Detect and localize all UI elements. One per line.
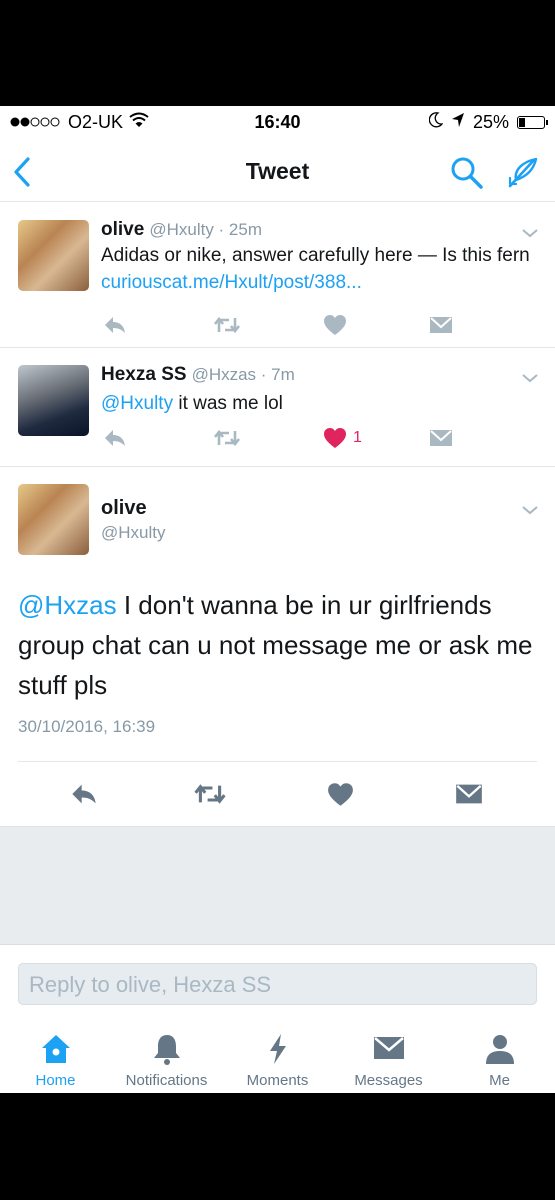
tab-home[interactable]: Home xyxy=(0,1022,111,1093)
envelope-icon xyxy=(430,430,452,446)
reply-icon xyxy=(105,430,125,446)
tab-label: Home xyxy=(35,1072,76,1089)
bell-icon xyxy=(153,1035,180,1065)
person-icon xyxy=(485,1035,514,1064)
tweet-link[interactable]: curiouscat.me/Hxult/post/388... xyxy=(101,272,362,293)
main-tweet: olive @Hxulty @Hxzas I don't wanna be in… xyxy=(0,467,555,826)
retweet-icon xyxy=(213,429,241,447)
main-tweet-text: @Hxzas I don't wanna be in ur girlfriend… xyxy=(18,585,538,705)
compose-button[interactable] xyxy=(504,154,542,192)
heart-icon-liked xyxy=(324,428,346,448)
tab-label: Notifications xyxy=(125,1072,208,1089)
tab-moments[interactable]: Moments xyxy=(222,1022,333,1093)
like-button[interactable]: 1 xyxy=(323,426,362,450)
retweet-button[interactable] xyxy=(213,313,241,337)
lightning-icon xyxy=(269,1034,286,1064)
moon-icon xyxy=(428,112,444,133)
location-icon xyxy=(451,112,465,133)
tweet-text-content: Adidas or nike, answer carefully here — … xyxy=(101,245,530,266)
battery-icon xyxy=(517,116,548,129)
tab-messages[interactable]: Messages xyxy=(333,1022,444,1093)
tweet-text-content: it was me lol xyxy=(173,393,283,414)
envelope-icon xyxy=(456,784,482,804)
tweet-detail-screen: O2-UK 16:40 25% Tweet olive @Hxulty · 25… xyxy=(0,106,555,1093)
heart-icon xyxy=(324,315,346,335)
dm-button[interactable] xyxy=(455,782,483,806)
home-icon xyxy=(41,1035,70,1063)
battery-percent: 25% xyxy=(472,112,509,132)
reply-button[interactable] xyxy=(70,782,98,806)
like-button[interactable] xyxy=(327,782,354,806)
tweet-actions: 1 xyxy=(101,426,461,450)
reply-button[interactable] xyxy=(103,426,127,450)
chevron-down-icon[interactable] xyxy=(521,227,539,239)
avatar[interactable] xyxy=(18,365,89,436)
tab-me[interactable]: Me xyxy=(444,1022,555,1093)
retweet-icon xyxy=(194,784,226,804)
chevron-down-icon[interactable] xyxy=(521,372,539,384)
tab-bar: Home Notifications Moments Messages Me xyxy=(0,1022,555,1093)
reply-bar: Reply to olive, Hexza SS xyxy=(0,944,555,1016)
compose-feather-icon xyxy=(508,157,538,188)
empty-replies-area xyxy=(0,826,555,944)
dm-button[interactable] xyxy=(429,426,453,450)
mention-link[interactable]: @Hxulty xyxy=(101,393,173,414)
search-button[interactable] xyxy=(448,154,486,192)
tweet-text: Adidas or nike, answer carefully here — … xyxy=(101,242,531,296)
avatar[interactable] xyxy=(18,484,89,555)
envelope-icon xyxy=(373,1037,404,1059)
tweet-timestamp: 30/10/2016, 16:39 xyxy=(18,717,156,736)
battery-level xyxy=(519,118,525,127)
divider xyxy=(18,761,537,762)
like-count: 1 xyxy=(353,429,362,446)
search-icon xyxy=(451,157,483,189)
tweet-header: Hexza SS @Hxzas · 7m xyxy=(101,364,295,386)
reply-icon xyxy=(105,317,125,333)
heart-icon xyxy=(328,782,353,806)
tab-notifications[interactable]: Notifications xyxy=(111,1022,222,1093)
retweet-button[interactable] xyxy=(193,782,227,806)
reply-input[interactable]: Reply to olive, Hexza SS xyxy=(18,963,537,1005)
author-handle[interactable]: @Hxulty xyxy=(101,523,166,543)
retweet-icon xyxy=(213,316,241,334)
author-name[interactable]: olive xyxy=(101,497,147,520)
status-bar: O2-UK 16:40 25% xyxy=(0,106,555,140)
tab-label: Me xyxy=(489,1072,510,1089)
mention-link[interactable]: @Hxzas xyxy=(18,590,117,620)
like-button[interactable] xyxy=(323,313,347,337)
nav-bar: Tweet xyxy=(0,140,555,202)
tweet-hexza[interactable]: Hexza SS @Hxzas · 7m @Hxulty it was me l… xyxy=(0,348,555,467)
chevron-down-icon[interactable] xyxy=(521,504,539,516)
status-right: 25% xyxy=(428,112,548,133)
author-name[interactable]: Hexza SS xyxy=(101,364,187,385)
envelope-icon xyxy=(430,317,452,333)
tweet-olive[interactable]: olive @Hxulty · 25m Adidas or nike, answ… xyxy=(0,203,555,348)
author-name[interactable]: olive xyxy=(101,219,144,240)
reply-button[interactable] xyxy=(103,313,127,337)
reply-icon xyxy=(72,784,96,804)
tweet-actions xyxy=(101,313,461,337)
tweet-header: olive @Hxulty · 25m xyxy=(101,219,262,241)
tab-label: Messages xyxy=(354,1072,423,1089)
retweet-button[interactable] xyxy=(213,426,241,450)
avatar[interactable] xyxy=(18,220,89,291)
author-handle-time: @Hxulty · 25m xyxy=(149,220,262,239)
tab-label: Moments xyxy=(246,1072,309,1089)
main-tweet-actions xyxy=(0,779,555,809)
author-handle-time: @Hxzas · 7m xyxy=(191,365,295,384)
dm-button[interactable] xyxy=(429,313,453,337)
tweet-text: @Hxulty it was me lol xyxy=(101,390,531,417)
